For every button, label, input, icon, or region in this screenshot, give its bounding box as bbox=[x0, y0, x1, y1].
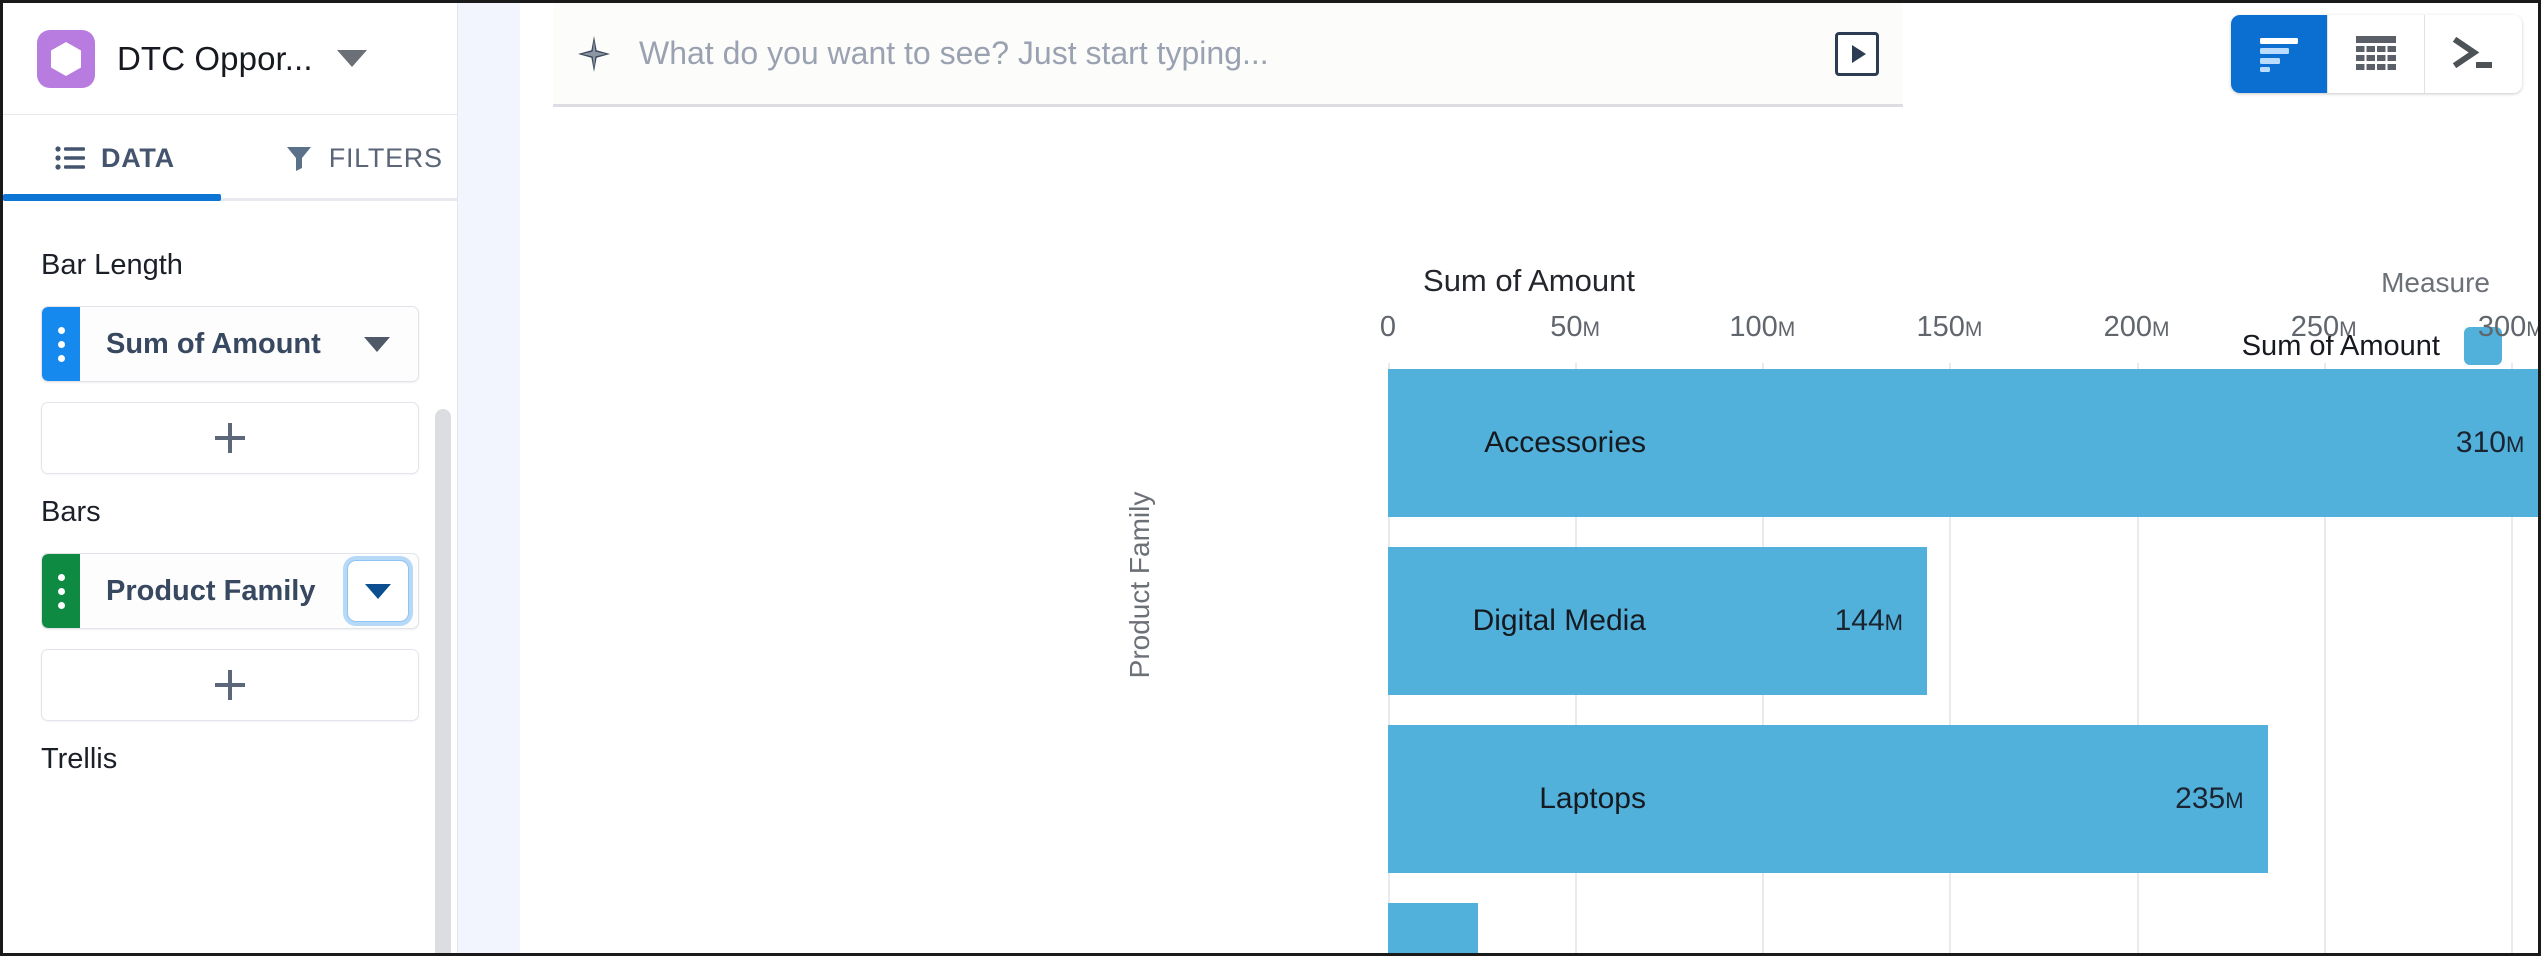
tab-filters-label: FILTERS bbox=[328, 142, 443, 173]
y-axis-title: Product Family bbox=[1124, 491, 1155, 679]
x-axis-tick-label: 300M bbox=[2477, 311, 2538, 343]
bar-value-label: 310M bbox=[2455, 426, 2525, 459]
search-input[interactable] bbox=[639, 35, 1835, 72]
add-bars-button[interactable] bbox=[41, 649, 419, 721]
x-axis-tick-label: 0 bbox=[1379, 311, 1397, 343]
analytics-studio-window: DTC Oppor... DATA FILTERS Bar Length Sum… bbox=[0, 0, 2541, 956]
funnel-icon bbox=[285, 144, 313, 172]
app-header: DTC Oppor... bbox=[3, 3, 457, 115]
sidebar-body: Bar Length Sum of Amount Bars Product Fa… bbox=[3, 201, 457, 953]
table-view-button[interactable] bbox=[2328, 15, 2425, 93]
x-axis-tick-label: 150M bbox=[1916, 311, 1983, 343]
drag-handle-icon[interactable] bbox=[42, 307, 80, 381]
category-label: Laptops bbox=[1539, 782, 1646, 815]
list-icon bbox=[55, 146, 85, 170]
category-label: Accessories bbox=[1484, 426, 1646, 459]
tab-data[interactable]: DATA bbox=[37, 115, 193, 201]
x-axis-tick-label: 100M bbox=[1729, 311, 1796, 343]
play-run-icon[interactable] bbox=[1835, 31, 1879, 76]
plus-icon bbox=[215, 423, 245, 453]
sidebar-scrollbar-thumb[interactable] bbox=[435, 409, 451, 953]
chart-view-button[interactable] bbox=[2231, 15, 2328, 93]
category-label: Digital Media bbox=[1472, 604, 1646, 637]
panel-gutter bbox=[458, 3, 520, 953]
chart-canvas: Sum of Amount Measure Sum of Amount Prod… bbox=[520, 115, 2538, 953]
bar-row: 24M bbox=[1388, 903, 2538, 953]
app-title: DTC Oppor... bbox=[117, 39, 313, 77]
sidebar-tabs: DATA FILTERS bbox=[3, 115, 457, 201]
bar-laptops[interactable] bbox=[1388, 725, 2268, 873]
chevron-down-icon[interactable] bbox=[364, 336, 390, 352]
hexagon-app-icon bbox=[37, 29, 95, 88]
chevron-down-icon bbox=[365, 583, 391, 599]
bar-phones[interactable] bbox=[1388, 903, 1478, 953]
left-sidebar: DTC Oppor... DATA FILTERS Bar Length Sum… bbox=[3, 3, 458, 953]
tab-data-label: DATA bbox=[101, 142, 175, 173]
top-bar bbox=[520, 3, 2538, 115]
plus-icon bbox=[215, 670, 245, 700]
einstein-sparkle-icon bbox=[575, 35, 613, 73]
chart-title: Sum of Amount bbox=[1423, 263, 1635, 298]
app-chevron-down-icon[interactable] bbox=[336, 50, 367, 67]
x-axis-tick-label: 250M bbox=[2290, 311, 2357, 343]
query-view-button[interactable] bbox=[2425, 15, 2522, 93]
add-bar-length-button[interactable] bbox=[41, 402, 419, 474]
field-pill-product-family[interactable]: Product Family bbox=[41, 553, 419, 629]
section-label-bar-length: Bar Length bbox=[41, 249, 183, 281]
field-pill-label: Product Family bbox=[106, 574, 316, 607]
bar-value-label: 144M bbox=[1834, 604, 1903, 637]
field-pill-label: Sum of Amount bbox=[106, 327, 321, 360]
legend-heading: Measure bbox=[2381, 267, 2490, 298]
x-axis-tick-label: 50M bbox=[1550, 311, 1601, 343]
sidebar-scrollbar[interactable] bbox=[435, 313, 451, 953]
field-pill-dropdown-button[interactable] bbox=[347, 560, 409, 622]
main-panel: Sum of Amount Measure Sum of Amount Prod… bbox=[520, 3, 2538, 953]
search-bar[interactable] bbox=[553, 3, 1903, 107]
view-toggle-group bbox=[2231, 15, 2522, 93]
x-axis-ticks: 050M100M150M200M250M300M350M bbox=[1380, 311, 2538, 351]
tab-filters[interactable]: FILTERS bbox=[267, 115, 461, 201]
drag-handle-icon[interactable] bbox=[42, 554, 80, 628]
section-label-bars: Bars bbox=[41, 496, 101, 528]
x-axis-tick-label: 200M bbox=[2103, 311, 2170, 343]
active-tab-indicator bbox=[3, 194, 221, 201]
bar-value-label: 235M bbox=[2175, 782, 2244, 815]
section-label-trellis: Trellis bbox=[41, 743, 118, 775]
field-pill-sum-of-amount[interactable]: Sum of Amount bbox=[41, 306, 419, 382]
